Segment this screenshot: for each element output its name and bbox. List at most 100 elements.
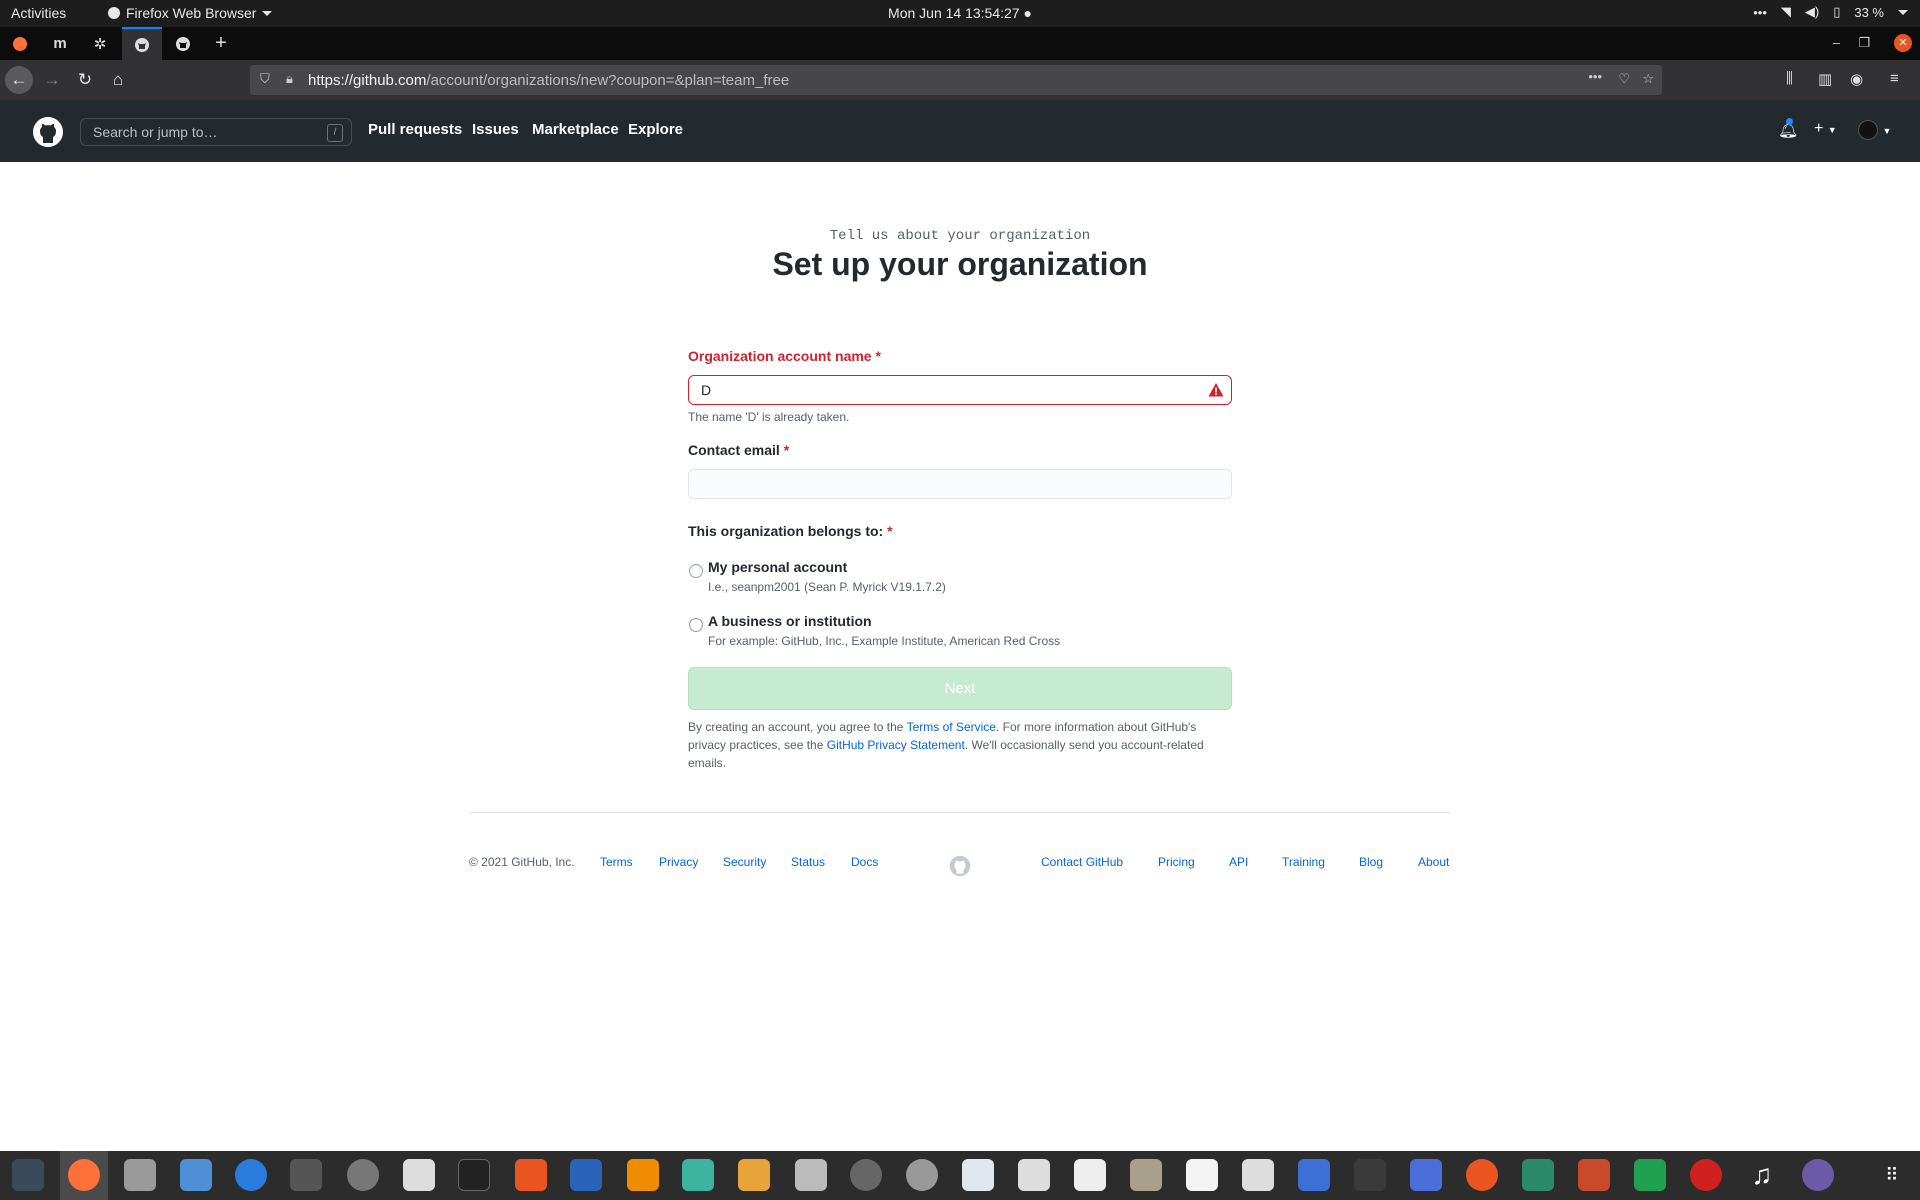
contact-email-label: Contact email *: [688, 442, 789, 458]
footer-link-status[interactable]: Status: [791, 855, 825, 869]
calendar-icon[interactable]: [682, 1159, 714, 1191]
page-actions-icon[interactable]: •••: [1588, 69, 1602, 84]
education-icon[interactable]: [1522, 1159, 1554, 1191]
bookmark-star-icon[interactable]: ☆: [1642, 71, 1654, 87]
terms-text-1: By creating an account, you agree to the: [688, 720, 907, 734]
tab-github[interactable]: [163, 27, 203, 60]
tab-firefox[interactable]: [0, 27, 40, 60]
updater-icon[interactable]: [1466, 1159, 1498, 1191]
search-tool-icon[interactable]: [795, 1159, 827, 1191]
files-icon[interactable]: [124, 1159, 156, 1191]
page-subtitle: Tell us about your organization: [829, 228, 1091, 244]
camera-icon[interactable]: [1802, 1159, 1834, 1191]
tab-settings[interactable]: ✲: [80, 27, 120, 60]
nav-issues[interactable]: Issues: [472, 121, 519, 138]
clock[interactable]: Mon Jun 14 13:54:27 ●: [0, 5, 1920, 21]
shield-icon[interactable]: ⛉: [260, 71, 270, 87]
library-icon[interactable]: ⫼: [1786, 70, 1793, 87]
tasks-icon[interactable]: [1298, 1159, 1330, 1191]
hamburger-menu-icon[interactable]: ≡: [1890, 70, 1899, 87]
create-new-dropdown[interactable]: + ▼: [1814, 120, 1837, 138]
next-button[interactable]: Next: [688, 667, 1232, 710]
wifi-icon: ◥: [1780, 4, 1791, 19]
graph-icon[interactable]: [403, 1159, 435, 1191]
forward-button[interactable]: →: [38, 66, 66, 94]
required-mark: *: [887, 523, 893, 539]
home-button[interactable]: ⌂: [104, 66, 132, 94]
document-viewer-icon[interactable]: [570, 1159, 602, 1191]
vlc-icon[interactable]: [627, 1159, 659, 1191]
notifications-bell-icon[interactable]: 🔔︎: [1778, 118, 1798, 140]
radio-business-label[interactable]: A business or institution: [708, 613, 872, 629]
close-window-button[interactable]: ✕: [1894, 34, 1912, 52]
footer-link-api[interactable]: API: [1229, 855, 1248, 869]
pocket-icon[interactable]: ♡: [1618, 71, 1630, 87]
firefox-icon: [13, 36, 27, 51]
dock: ♫ ⠿: [0, 1151, 1920, 1200]
privacy-statement-link[interactable]: GitHub Privacy Statement: [827, 738, 965, 752]
nav-pull-requests[interactable]: Pull requests: [368, 121, 462, 138]
text-editor-icon[interactable]: [180, 1159, 212, 1191]
firefox-dock-icon[interactable]: [60, 1151, 108, 1200]
footer-link-privacy[interactable]: Privacy: [659, 855, 698, 869]
github-logo-icon[interactable]: [949, 855, 971, 877]
footer-link-about[interactable]: About: [1418, 855, 1449, 869]
help-icon[interactable]: [235, 1159, 267, 1191]
footer-link-contact[interactable]: Contact GitHub: [1041, 855, 1123, 869]
footer-link-training[interactable]: Training: [1282, 855, 1325, 869]
terms-notice: By creating an account, you agree to the…: [688, 718, 1232, 772]
screen-share-icon[interactable]: [1410, 1159, 1442, 1191]
back-button[interactable]: ←: [5, 66, 33, 94]
terms-of-service-link[interactable]: Terms of Service: [907, 720, 996, 734]
alert-app-icon[interactable]: [1690, 1159, 1722, 1191]
system-status-area[interactable]: ••• ◥ ◀) ▯ 33 %: [1753, 4, 1908, 20]
document-icon[interactable]: [1018, 1159, 1050, 1191]
image-viewer-icon[interactable]: [962, 1159, 994, 1191]
spreadsheet-icon[interactable]: [1634, 1159, 1666, 1191]
tab-m[interactable]: m: [40, 27, 80, 60]
disk-icon[interactable]: [906, 1159, 938, 1191]
gear-icon: ✲: [93, 35, 107, 53]
contact-email-input[interactable]: [688, 469, 1232, 499]
footer-link-pricing[interactable]: Pricing: [1158, 855, 1195, 869]
radio-personal-account[interactable]: [689, 564, 703, 578]
nav-explore[interactable]: Explore: [628, 121, 683, 138]
alert-icon: [1208, 383, 1224, 397]
url-bar[interactable]: ⛉ 🔒︎ https://github.com/account/organiza…: [250, 65, 1662, 95]
extensions-icon[interactable]: [290, 1159, 322, 1191]
org-name-input[interactable]: D: [688, 375, 1232, 405]
footer-link-blog[interactable]: Blog: [1359, 855, 1383, 869]
footer-link-terms[interactable]: Terms: [600, 855, 633, 869]
nav-marketplace[interactable]: Marketplace: [532, 121, 619, 138]
music-icon[interactable]: ♫: [1746, 1159, 1778, 1191]
font-viewer-icon[interactable]: [1074, 1159, 1106, 1191]
software-center-icon[interactable]: [515, 1159, 547, 1191]
archive-icon[interactable]: [1130, 1159, 1162, 1191]
github-search-input[interactable]: Search or jump to… /: [80, 118, 352, 146]
terminal-icon[interactable]: [458, 1159, 490, 1191]
reload-button[interactable]: ↻: [71, 66, 99, 94]
radio-business[interactable]: [689, 618, 703, 632]
user-avatar-dropdown[interactable]: ▼: [1858, 120, 1891, 140]
minimize-button[interactable]: –: [1833, 35, 1840, 50]
radio-personal-account-label[interactable]: My personal account: [708, 559, 847, 575]
account-icon[interactable]: ◉: [1850, 70, 1863, 88]
footer-link-security[interactable]: Security: [723, 855, 766, 869]
github-logo-icon[interactable]: [32, 116, 64, 148]
settings-icon[interactable]: [347, 1159, 379, 1191]
restore-button[interactable]: ❐: [1858, 35, 1870, 51]
new-tab-button[interactable]: +: [201, 27, 241, 60]
system-monitor-icon[interactable]: [12, 1159, 44, 1191]
game-icon[interactable]: [1578, 1159, 1610, 1191]
app-launcher-icon[interactable]: [850, 1159, 882, 1191]
vim-icon[interactable]: [1354, 1159, 1386, 1191]
lock-icon[interactable]: 🔒︎: [286, 71, 293, 87]
footer-link-docs[interactable]: Docs: [851, 855, 878, 869]
dictionary-icon[interactable]: [1242, 1159, 1274, 1191]
calculator-icon[interactable]: [738, 1159, 770, 1191]
character-map-icon[interactable]: [1186, 1159, 1218, 1191]
show-applications-icon[interactable]: ⠿: [1876, 1159, 1908, 1191]
tab-github-active[interactable]: [122, 27, 162, 60]
notification-dot-icon: ●: [1023, 5, 1032, 21]
sidebar-icon[interactable]: ▥: [1818, 70, 1832, 88]
